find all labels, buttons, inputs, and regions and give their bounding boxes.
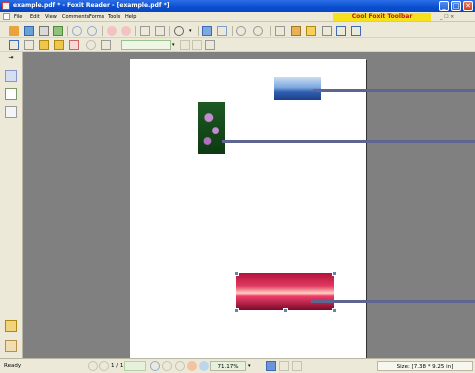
menu-forms[interactable]: Forms xyxy=(89,12,104,22)
facing-icon[interactable] xyxy=(292,361,302,371)
status-bar: Ready 1 / 1 71.17% ▾ Size: [7.38 * 9.25 … xyxy=(0,358,475,372)
stamp-icon[interactable] xyxy=(69,40,79,50)
hand-tool-icon[interactable] xyxy=(140,26,150,36)
note-icon[interactable] xyxy=(291,26,301,36)
resize-handle[interactable] xyxy=(283,308,288,313)
sunset-image[interactable] xyxy=(236,273,334,310)
resize-handle[interactable] xyxy=(332,308,337,313)
secondary-toolbar: ▾ xyxy=(0,38,475,52)
zoom-field[interactable] xyxy=(121,40,171,50)
pin-icon[interactable]: ⇥ xyxy=(3,54,19,62)
cool-foxit-toolbar-link[interactable]: Cool Foxit Toolbar xyxy=(333,13,431,21)
refresh-page-button-icon[interactable] xyxy=(175,361,185,371)
rotate-right-icon[interactable] xyxy=(253,26,263,36)
typewriter-icon[interactable] xyxy=(322,26,332,36)
email-icon[interactable] xyxy=(53,26,63,36)
document-icon[interactable] xyxy=(3,13,10,20)
foxit-app-icon[interactable] xyxy=(2,2,10,10)
zoom-level-field[interactable]: 71.17% xyxy=(210,361,246,371)
close-button[interactable]: ✕ xyxy=(463,1,473,11)
image-connector-line xyxy=(313,89,475,92)
resize-handle[interactable] xyxy=(234,271,239,276)
arrow-tool-icon[interactable] xyxy=(9,40,19,50)
continuous-icon[interactable] xyxy=(279,361,289,371)
forward-icon[interactable] xyxy=(121,26,131,36)
zoom-in-icon[interactable] xyxy=(174,26,184,36)
minimize-button[interactable]: _ xyxy=(439,1,449,11)
fit-page-icon[interactable] xyxy=(202,26,212,36)
zoom-dropdown-icon[interactable]: ▾ xyxy=(189,26,195,36)
layers-tab-icon[interactable] xyxy=(5,106,17,118)
toolbar-separator xyxy=(270,26,271,36)
first-page-button-icon[interactable] xyxy=(88,361,98,371)
highlight-icon[interactable] xyxy=(306,26,316,36)
crop-icon[interactable] xyxy=(24,40,34,50)
menu-help[interactable]: Help xyxy=(125,12,136,22)
sticky-note-icon[interactable] xyxy=(54,40,64,50)
maximize-button[interactable]: □ xyxy=(451,1,461,11)
flower-plant-image[interactable] xyxy=(198,102,225,154)
security-tab-icon[interactable] xyxy=(5,340,17,352)
pages-tab-icon[interactable] xyxy=(5,88,17,100)
select-text-icon[interactable] xyxy=(155,26,165,36)
toolbar-separator xyxy=(232,26,233,36)
menu-tools[interactable]: Tools xyxy=(108,12,120,22)
page-size-readout: Size: [7.38 * 9.25 in] xyxy=(377,361,473,371)
zoom-level-dropdown-icon[interactable]: ▾ xyxy=(248,361,258,371)
print-icon[interactable] xyxy=(39,26,49,36)
window-title: example.pdf * - Foxit Reader - [example.… xyxy=(13,2,170,9)
attach-icon[interactable] xyxy=(101,40,111,50)
save-icon[interactable] xyxy=(24,26,34,36)
menu-comments[interactable]: Comments xyxy=(62,12,89,22)
document-window-controls[interactable]: _ ☐ × xyxy=(440,12,454,22)
navigation-panel: ⇥ xyxy=(0,52,23,358)
find-options-icon[interactable] xyxy=(205,40,215,50)
toolbar-separator xyxy=(102,26,103,36)
image-tool-icon[interactable] xyxy=(351,26,361,36)
menu-bar: File Edit View Comments Forms Tools Help… xyxy=(0,12,475,22)
toolbar-separator xyxy=(169,26,170,36)
open-icon[interactable] xyxy=(9,26,19,36)
text-box-icon[interactable] xyxy=(336,26,346,36)
menu-view[interactable]: View xyxy=(45,12,57,22)
back-icon[interactable] xyxy=(107,26,117,36)
toolbar-separator xyxy=(135,26,136,36)
single-page-icon[interactable] xyxy=(266,361,276,371)
status-ready: Ready xyxy=(4,363,22,369)
image-connector-line xyxy=(222,140,475,143)
bookmarks-tab-icon[interactable] xyxy=(5,70,17,82)
prev-page-button-icon[interactable] xyxy=(99,361,109,371)
resize-handle[interactable] xyxy=(332,271,337,276)
menu-edit[interactable]: Edit xyxy=(30,12,40,22)
last-page-button-icon[interactable] xyxy=(162,361,172,371)
page-indicator[interactable]: 1 / 1 xyxy=(111,359,123,373)
snapshot-icon[interactable] xyxy=(275,26,285,36)
image-connector-line xyxy=(311,300,475,303)
attachments-tab-icon[interactable] xyxy=(5,320,17,332)
first-page-icon[interactable] xyxy=(72,26,82,36)
toolbar-separator xyxy=(198,26,199,36)
find-previous-icon[interactable] xyxy=(180,40,190,50)
status-back-icon[interactable] xyxy=(187,361,197,371)
status-forward-icon[interactable] xyxy=(199,361,209,371)
comment-icon[interactable] xyxy=(39,40,49,50)
pdf-page[interactable] xyxy=(130,59,366,358)
menu-file[interactable]: File xyxy=(14,12,22,22)
fit-width-icon[interactable] xyxy=(217,26,227,36)
next-page-button-icon[interactable] xyxy=(150,361,160,371)
find-next-icon[interactable] xyxy=(192,40,202,50)
toolbar-separator xyxy=(67,26,68,36)
page-number-field[interactable] xyxy=(124,361,146,371)
rotate-left-icon[interactable] xyxy=(236,26,246,36)
zoom-field-dropdown-icon[interactable]: ▾ xyxy=(172,40,178,50)
resize-handle[interactable] xyxy=(234,308,239,313)
search-icon[interactable] xyxy=(86,40,96,50)
previous-page-icon[interactable] xyxy=(87,26,97,36)
main-toolbar: ▾ xyxy=(0,23,475,38)
title-bar: example.pdf * - Foxit Reader - [example.… xyxy=(0,0,475,12)
